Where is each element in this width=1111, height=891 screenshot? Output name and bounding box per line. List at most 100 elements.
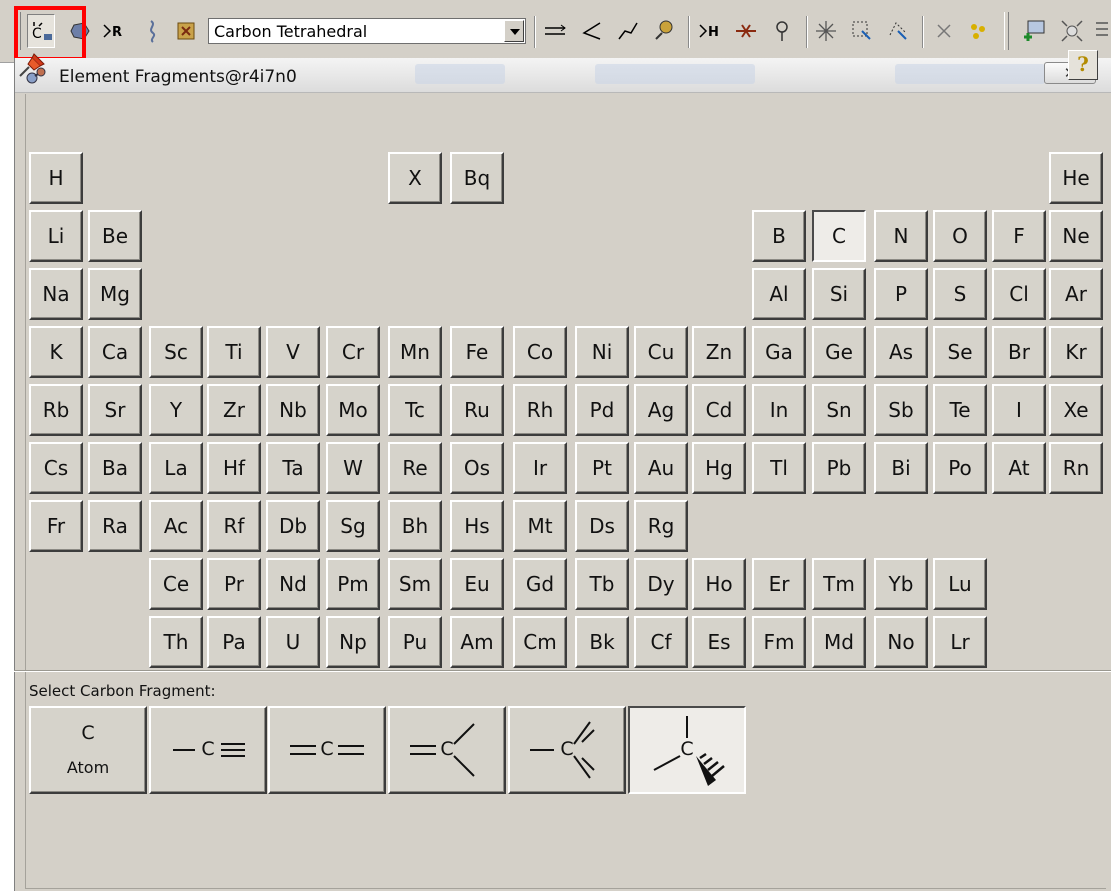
- element-button-tm[interactable]: Tm: [812, 558, 866, 610]
- element-button-br[interactable]: Br: [992, 326, 1046, 378]
- element-button-tc[interactable]: Tc: [388, 384, 442, 436]
- element-button-la[interactable]: La: [149, 442, 203, 494]
- element-button-te[interactable]: Te: [933, 384, 987, 436]
- element-button-hg[interactable]: Hg: [692, 442, 746, 494]
- chevron-down-icon[interactable]: [504, 20, 524, 42]
- element-button-ru[interactable]: Ru: [450, 384, 504, 436]
- element-button-bq[interactable]: Bq: [450, 152, 504, 204]
- element-button-ac[interactable]: Ac: [149, 500, 203, 552]
- inquire-icon[interactable]: [650, 14, 678, 48]
- element-button-in[interactable]: In: [752, 384, 806, 436]
- element-button-sg[interactable]: Sg: [326, 500, 380, 552]
- element-button-fm[interactable]: Fm: [752, 616, 806, 668]
- window-titlebar[interactable]: Element Fragments@r4i7n0 ✕: [15, 58, 1111, 93]
- element-button-fe[interactable]: Fe: [450, 326, 504, 378]
- element-button-ag[interactable]: Ag: [634, 384, 688, 436]
- element-button-li[interactable]: Li: [29, 210, 83, 262]
- element-button-h[interactable]: H: [29, 152, 83, 204]
- element-button-o[interactable]: O: [933, 210, 987, 262]
- biological-fragments-icon[interactable]: [139, 14, 167, 48]
- toolbar-grip[interactable]: [1004, 12, 1009, 50]
- element-button-cl[interactable]: Cl: [992, 268, 1046, 320]
- element-button-mo[interactable]: Mo: [326, 384, 380, 436]
- element-button-se[interactable]: Se: [933, 326, 987, 378]
- element-button-cr[interactable]: Cr: [326, 326, 380, 378]
- element-button-lu[interactable]: Lu: [933, 558, 987, 610]
- element-button-ni[interactable]: Ni: [575, 326, 629, 378]
- element-button-ti[interactable]: Ti: [207, 326, 261, 378]
- center-view-icon[interactable]: [1058, 14, 1086, 48]
- element-button-ba[interactable]: Ba: [88, 442, 142, 494]
- lasso-select-icon[interactable]: [884, 14, 912, 48]
- element-button-hs[interactable]: Hs: [450, 500, 504, 552]
- element-button-x[interactable]: X: [388, 152, 442, 204]
- element-button-rb[interactable]: Rb: [29, 384, 83, 436]
- element-button-ga[interactable]: Ga: [752, 326, 806, 378]
- element-button-kr[interactable]: Kr: [1049, 326, 1103, 378]
- box-select-icon[interactable]: [848, 14, 876, 48]
- element-button-sc[interactable]: Sc: [149, 326, 203, 378]
- custom-fragments-icon[interactable]: [172, 14, 200, 48]
- element-button-am[interactable]: Am: [450, 616, 504, 668]
- element-button-cu[interactable]: Cu: [634, 326, 688, 378]
- element-button-na[interactable]: Na: [29, 268, 83, 320]
- fragment-trigonal-wedge-button[interactable]: C: [508, 706, 626, 794]
- element-button-ne[interactable]: Ne: [1049, 210, 1103, 262]
- element-button-pm[interactable]: Pm: [326, 558, 380, 610]
- element-button-k[interactable]: K: [29, 326, 83, 378]
- element-button-eu[interactable]: Eu: [450, 558, 504, 610]
- element-button-co[interactable]: Co: [513, 326, 567, 378]
- element-button-cs[interactable]: Cs: [29, 442, 83, 494]
- element-button-ca[interactable]: Ca: [88, 326, 142, 378]
- element-button-rg[interactable]: Rg: [634, 500, 688, 552]
- element-button-gd[interactable]: Gd: [513, 558, 567, 610]
- element-button-es[interactable]: Es: [692, 616, 746, 668]
- element-button-os[interactable]: Os: [450, 442, 504, 494]
- element-button-ir[interactable]: Ir: [513, 442, 567, 494]
- element-button-po[interactable]: Po: [933, 442, 987, 494]
- element-button-c[interactable]: C: [812, 210, 866, 262]
- atoms-display-icon[interactable]: [964, 14, 992, 48]
- element-button-mn[interactable]: Mn: [388, 326, 442, 378]
- element-button-lr[interactable]: Lr: [933, 616, 987, 668]
- clean-icon[interactable]: [732, 14, 760, 48]
- element-button-sn[interactable]: Sn: [812, 384, 866, 436]
- element-button-np[interactable]: Np: [326, 616, 380, 668]
- element-button-pd[interactable]: Pd: [575, 384, 629, 436]
- pin-icon[interactable]: [16, 50, 48, 78]
- fragment-dropdown[interactable]: Carbon Tetrahedral: [208, 18, 526, 44]
- element-button-rf[interactable]: Rf: [207, 500, 261, 552]
- element-button-re[interactable]: Re: [388, 442, 442, 494]
- more-tools-icon[interactable]: [1090, 14, 1111, 48]
- element-button-ce[interactable]: Ce: [149, 558, 203, 610]
- element-button-cd[interactable]: Cd: [692, 384, 746, 436]
- element-button-th[interactable]: Th: [149, 616, 203, 668]
- element-button-pt[interactable]: Pt: [575, 442, 629, 494]
- element-button-at[interactable]: At: [992, 442, 1046, 494]
- element-button-mt[interactable]: Mt: [513, 500, 567, 552]
- fragment-triple-bond-button[interactable]: C: [149, 706, 267, 794]
- element-button-he[interactable]: He: [1049, 152, 1103, 204]
- element-button-y[interactable]: Y: [149, 384, 203, 436]
- element-button-pr[interactable]: Pr: [207, 558, 261, 610]
- element-button-zn[interactable]: Zn: [692, 326, 746, 378]
- element-button-ar[interactable]: Ar: [1049, 268, 1103, 320]
- element-button-rh[interactable]: Rh: [513, 384, 567, 436]
- element-button-tl[interactable]: Tl: [752, 442, 806, 494]
- element-button-n[interactable]: N: [874, 210, 928, 262]
- fragment-atom-button[interactable]: C Atom: [29, 706, 147, 794]
- view-icon[interactable]: [930, 14, 958, 48]
- modify-angle-icon[interactable]: [578, 14, 606, 48]
- element-button-s[interactable]: S: [933, 268, 987, 320]
- element-button-ge[interactable]: Ge: [812, 326, 866, 378]
- element-button-nd[interactable]: Nd: [266, 558, 320, 610]
- element-button-w[interactable]: W: [326, 442, 380, 494]
- element-button-hf[interactable]: Hf: [207, 442, 261, 494]
- element-button-sm[interactable]: Sm: [388, 558, 442, 610]
- element-button-er[interactable]: Er: [752, 558, 806, 610]
- element-button-f[interactable]: F: [992, 210, 1046, 262]
- r-group-fragments-icon[interactable]: R: [100, 14, 128, 48]
- element-button-bh[interactable]: Bh: [388, 500, 442, 552]
- element-button-v[interactable]: V: [266, 326, 320, 378]
- element-button-ho[interactable]: Ho: [692, 558, 746, 610]
